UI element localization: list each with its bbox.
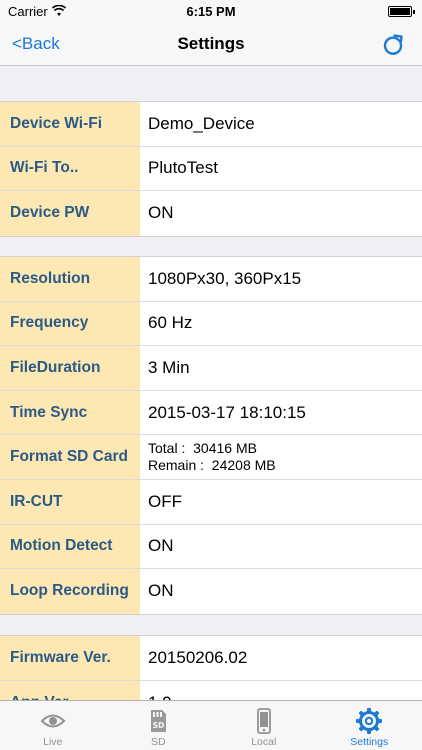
setting-value: OFF bbox=[148, 491, 182, 511]
sd-total-capacity: Total : 30416 MB bbox=[148, 440, 257, 457]
setting-row-loop-recording[interactable]: Loop Recording ON bbox=[0, 569, 422, 614]
setting-row-wifi-to[interactable]: Wi-Fi To.. PlutoTest bbox=[0, 146, 422, 192]
setting-value: 3 Min bbox=[148, 357, 190, 377]
setting-row-time-sync[interactable]: Time Sync 2015-03-17 18:10:15 bbox=[0, 390, 422, 436]
battery-icon bbox=[388, 6, 415, 17]
tab-local[interactable]: Local bbox=[211, 701, 317, 750]
phone-icon bbox=[256, 708, 271, 734]
setting-label: Device Wi-Fi bbox=[0, 102, 140, 146]
setting-label: Format SD Card bbox=[0, 435, 140, 479]
setting-value: 1080Px30, 360Px15 bbox=[148, 268, 302, 288]
setting-value: 2015-03-17 18:10:15 bbox=[148, 402, 306, 422]
tab-label: Settings bbox=[350, 736, 389, 748]
tab-bar: Live SD SD Local Settings bbox=[0, 700, 422, 750]
setting-row-ir-cut[interactable]: IR-CUT OFF bbox=[0, 479, 422, 525]
setting-label: Time Sync bbox=[0, 390, 140, 435]
setting-label: Loop Recording bbox=[0, 569, 140, 614]
eye-icon bbox=[40, 714, 66, 728]
navigation-bar: <Back Settings bbox=[0, 24, 422, 66]
setting-row-motion-detect[interactable]: Motion Detect ON bbox=[0, 524, 422, 570]
setting-row-frequency[interactable]: Frequency 60 Hz bbox=[0, 301, 422, 347]
svg-text:SD: SD bbox=[153, 721, 165, 730]
setting-row-format-sd-card[interactable]: Format SD Card Total : 30416 MB Remain :… bbox=[0, 435, 422, 480]
clock-time: 6:15 PM bbox=[186, 4, 236, 19]
setting-value: ON bbox=[148, 203, 174, 223]
status-bar: Carrier 6:15 PM bbox=[0, 0, 422, 24]
sd-card-icon: SD bbox=[151, 710, 167, 732]
setting-row-device-wifi[interactable]: Device Wi-Fi Demo_Device bbox=[0, 102, 422, 147]
setting-value: Demo_Device bbox=[148, 113, 255, 133]
setting-value: 20150206.02 bbox=[148, 647, 248, 667]
setting-label: FileDuration bbox=[0, 346, 140, 390]
setting-label: Motion Detect bbox=[0, 524, 140, 569]
setting-label: Wi-Fi To.. bbox=[0, 146, 140, 191]
setting-value: ON bbox=[148, 581, 174, 601]
gear-icon bbox=[356, 708, 383, 734]
setting-row-file-duration[interactable]: FileDuration 3 Min bbox=[0, 346, 422, 391]
tab-settings[interactable]: Settings bbox=[317, 701, 422, 750]
tab-label: Local bbox=[251, 736, 277, 748]
setting-row-resolution[interactable]: Resolution 1080Px30, 360Px15 bbox=[0, 257, 422, 302]
setting-label: Firmware Ver. bbox=[0, 636, 140, 680]
setting-value: ON bbox=[148, 536, 174, 556]
wifi-settings-section: Device Wi-Fi Demo_Device Wi-Fi To.. Plut… bbox=[0, 101, 422, 237]
tab-live[interactable]: Live bbox=[0, 701, 106, 750]
setting-label: Resolution bbox=[0, 257, 140, 301]
setting-row-firmware-version[interactable]: Firmware Ver. 20150206.02 bbox=[0, 636, 422, 681]
camera-settings-section: Resolution 1080Px30, 360Px15 Frequency 6… bbox=[0, 256, 422, 615]
page-title: Settings bbox=[177, 34, 245, 53]
sd-remaining-capacity: Remain : 24208 MB bbox=[148, 457, 276, 474]
setting-label: IR-CUT bbox=[0, 479, 140, 524]
tab-label: SD bbox=[150, 736, 166, 748]
setting-value: 60 Hz bbox=[148, 313, 193, 333]
setting-row-device-pw[interactable]: Device PW ON bbox=[0, 191, 422, 236]
sd-card-capacity: Total : 30416 MB Remain : 24208 MB bbox=[140, 435, 422, 479]
tab-sd[interactable]: SD SD bbox=[106, 701, 212, 750]
tab-label: Live bbox=[43, 736, 63, 748]
setting-label: Device PW bbox=[0, 191, 140, 236]
refresh-icon[interactable] bbox=[380, 32, 406, 58]
setting-value: PlutoTest bbox=[148, 158, 218, 178]
setting-label: Frequency bbox=[0, 301, 140, 346]
